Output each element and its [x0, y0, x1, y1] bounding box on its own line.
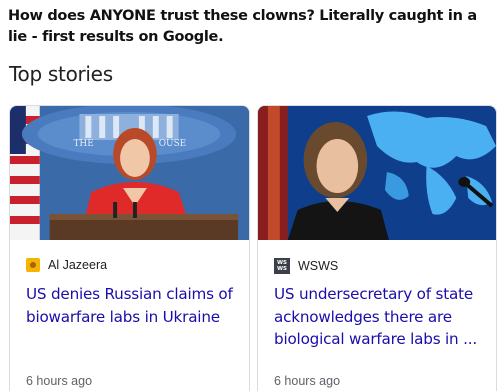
story-source: Al Jazeera — [26, 258, 107, 272]
story-card-wsws[interactable]: WS WS WSWS US undersecretary of state ac… — [257, 105, 497, 391]
story-card-al-jazeera[interactable]: THE OUSE Al Jazeera US denies Russian cl… — [9, 105, 250, 391]
al-jazeera-logo-icon — [26, 258, 40, 272]
story-timestamp: 6 hours ago — [274, 374, 341, 388]
post-caption: How does ANYONE trust these clowns? Lite… — [8, 8, 477, 45]
wsws-logo-text: WS WS — [276, 260, 288, 272]
story-source: WS WS WSWS — [274, 258, 338, 274]
story-thumbnail-press-briefing[interactable]: THE OUSE — [10, 106, 249, 240]
press-briefing-photo: THE OUSE — [10, 106, 249, 240]
story-headline-link[interactable]: US denies Russian claims of biowarfare l… — [26, 283, 238, 328]
story-headline-link[interactable]: US undersecretary of state acknowledges … — [274, 283, 488, 351]
svg-text:THE: THE — [73, 139, 93, 149]
top-stories-heading: Top stories — [9, 62, 113, 86]
undersecretary-photo — [258, 106, 496, 240]
wsws-logo-icon: WS WS — [274, 258, 290, 274]
source-name: WSWS — [298, 259, 339, 273]
svg-text:OUSE: OUSE — [159, 139, 186, 149]
story-thumbnail-undersecretary[interactable] — [258, 106, 496, 240]
story-timestamp: 6 hours ago — [26, 374, 93, 388]
source-name: Al Jazeera — [48, 258, 108, 272]
